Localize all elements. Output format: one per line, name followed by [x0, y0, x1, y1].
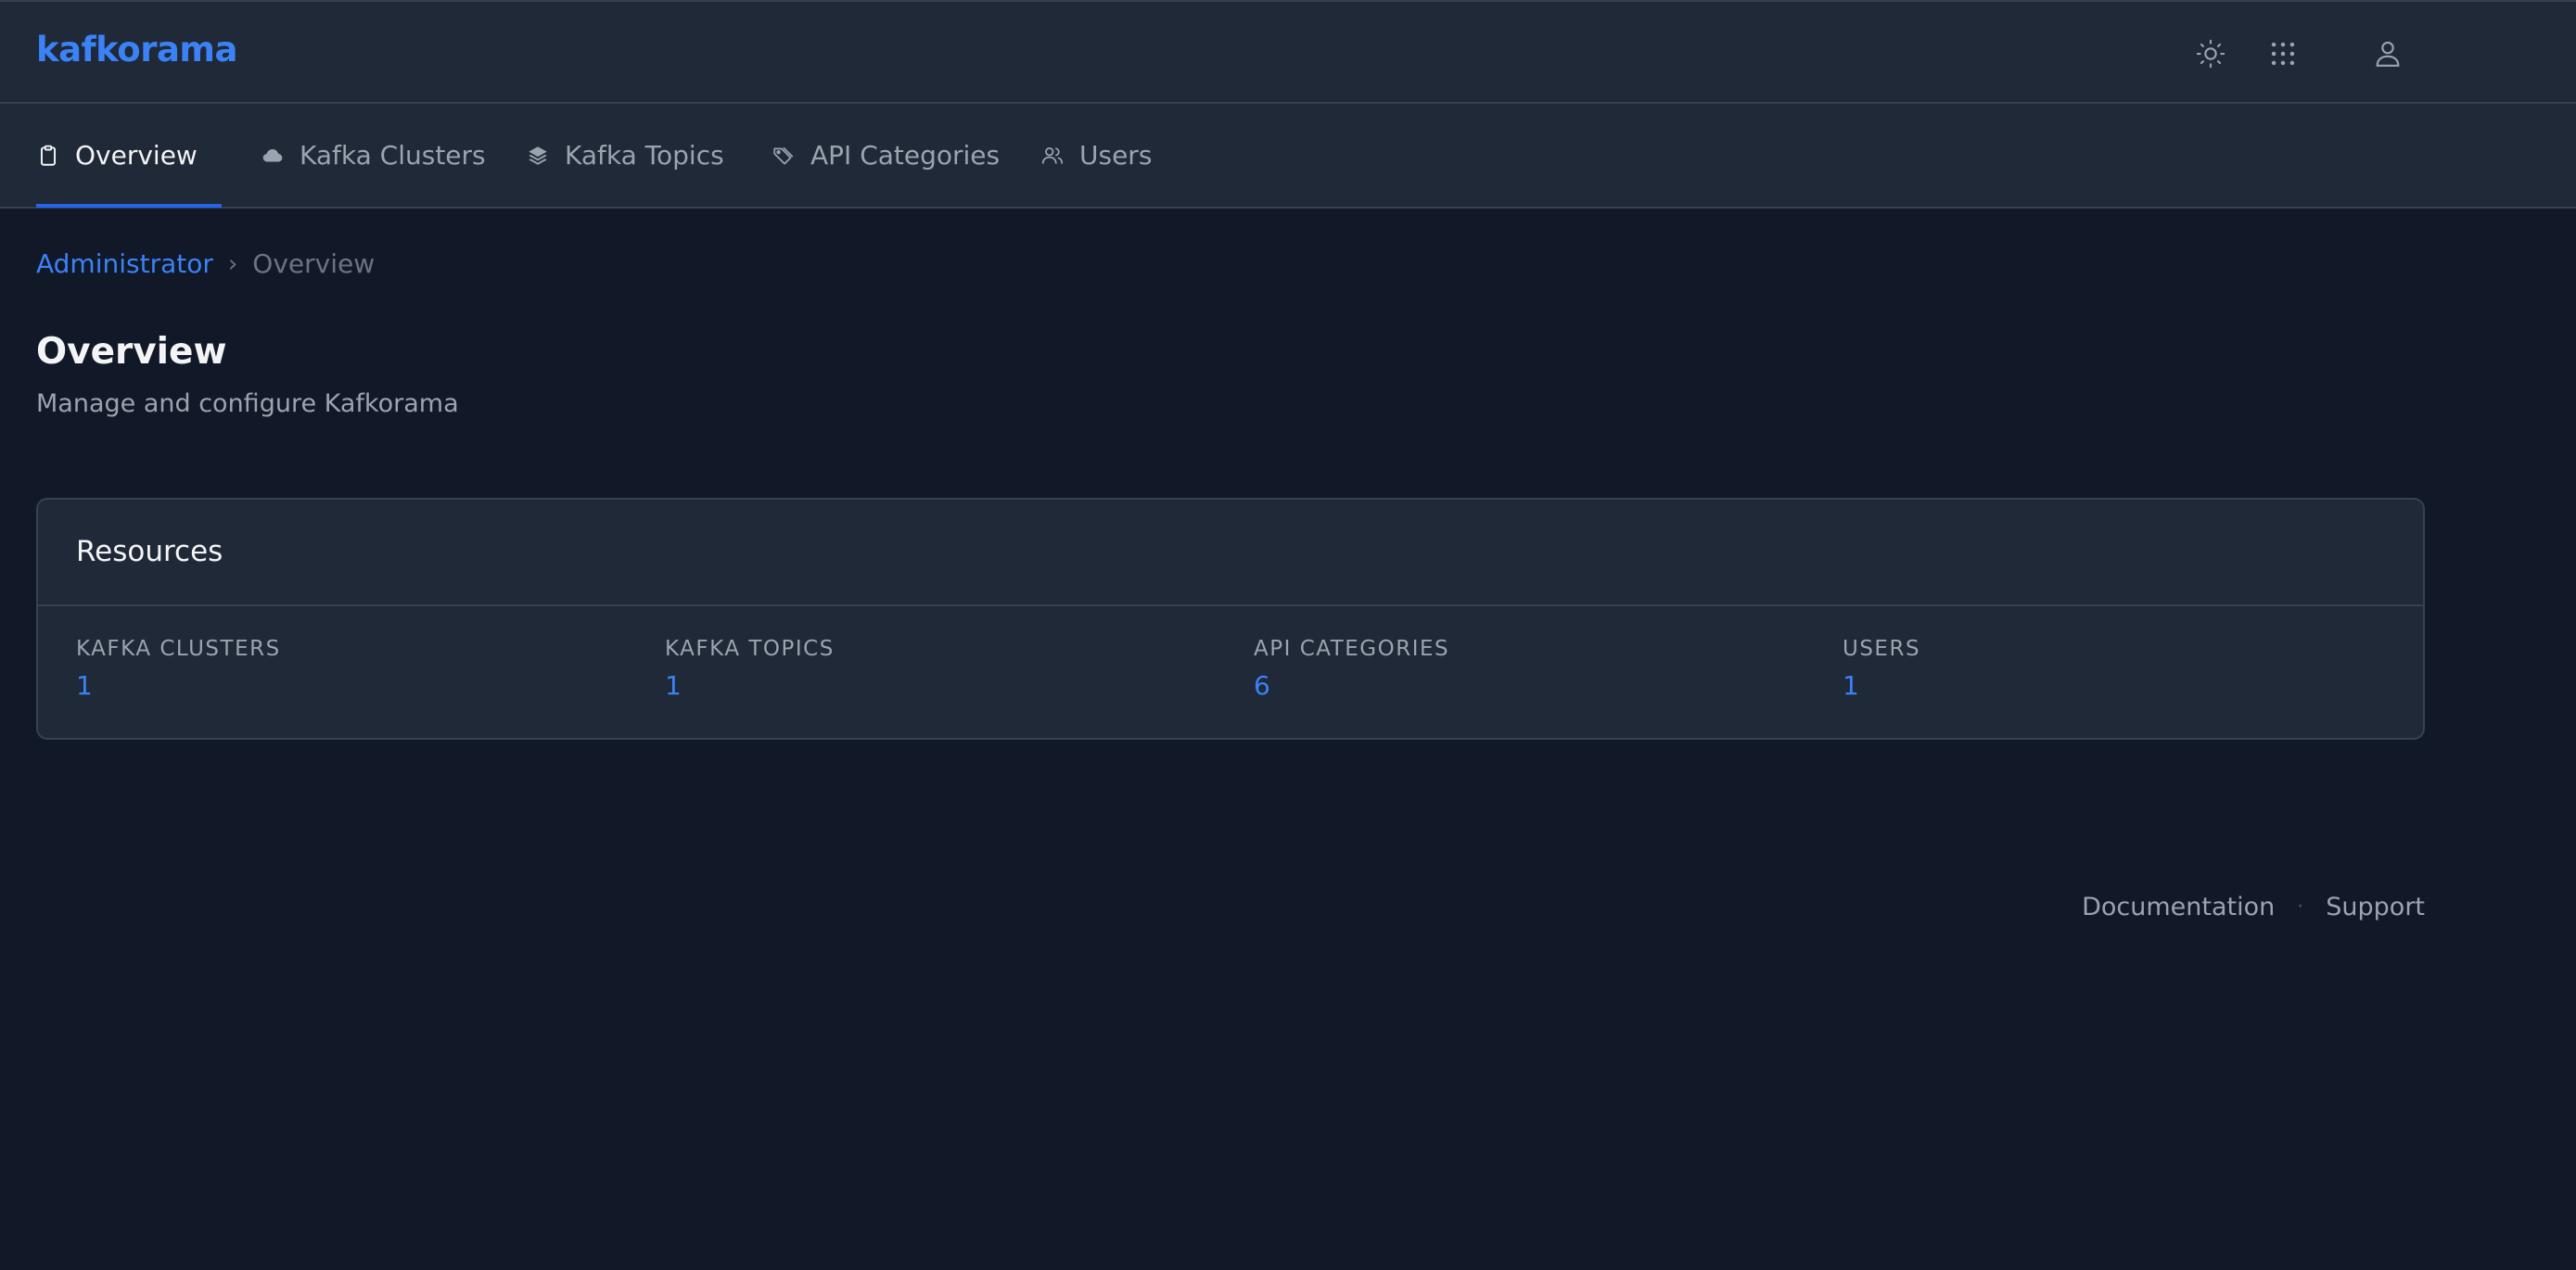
stat-value-link[interactable]: 1 — [1843, 670, 1920, 701]
page-subtitle: Manage and configure Kafkorama — [36, 389, 459, 418]
active-tab-indicator — [36, 204, 222, 208]
support-link[interactable]: Support — [2326, 893, 2425, 921]
tab-kafka-clusters[interactable]: Kafka Clusters — [261, 104, 486, 207]
stat-label: KAFKA TOPICS — [665, 637, 835, 661]
tab-api-categories-label: API Categories — [810, 140, 1001, 171]
resources-card: Resources KAFKA CLUSTERS 1 KAFKA TOPICS … — [36, 498, 2425, 740]
stat-label: KAFKA CLUSTERS — [76, 637, 281, 661]
tab-overview-label: Overview — [75, 140, 198, 171]
layers-icon — [529, 146, 547, 165]
tab-users[interactable]: Users — [1040, 104, 1152, 207]
tab-kafka-topics[interactable]: Kafka Topics — [526, 104, 724, 207]
chevron-right-icon: › — [227, 249, 238, 278]
footer: Documentation · Support — [2082, 893, 2425, 921]
tab-users-label: Users — [1079, 140, 1153, 171]
grid-dots-icon[interactable] — [2264, 35, 2302, 72]
footer-separator: · — [2297, 895, 2304, 919]
tags-icon — [773, 146, 794, 165]
breadcrumb: Administrator › Overview — [36, 248, 375, 279]
stat-kafka-topics: KAFKA TOPICS 1 — [665, 637, 835, 701]
stat-value-link[interactable]: 1 — [665, 670, 835, 701]
stat-value-link[interactable]: 1 — [76, 670, 281, 701]
stat-label: API CATEGORIES — [1254, 637, 1450, 661]
app-logo[interactable]: kafkorama — [36, 30, 237, 70]
top-header: kafkorama — [0, 0, 2576, 104]
stat-users: USERS 1 — [1843, 637, 1920, 701]
stat-label: USERS — [1843, 637, 1921, 661]
sun-icon[interactable] — [2192, 35, 2229, 72]
main-nav: Overview Kafka Clusters Kafka Topics API… — [0, 104, 2576, 209]
users-icon — [1041, 146, 1064, 164]
tab-kafka-clusters-label: Kafka Clusters — [300, 140, 486, 171]
page-title: Overview — [36, 331, 227, 373]
stat-value-link[interactable]: 6 — [1254, 670, 1449, 701]
breadcrumb-administrator-link[interactable]: Administrator — [36, 248, 213, 279]
cloud-icon — [262, 148, 283, 161]
clipboard-icon — [40, 145, 57, 166]
stat-api-categories: API CATEGORIES 6 — [1254, 637, 1449, 701]
breadcrumb-current: Overview — [252, 248, 376, 279]
tab-api-categories[interactable]: API Categories — [772, 104, 1000, 207]
resources-card-title: Resources — [76, 535, 223, 568]
resources-card-header: Resources — [38, 500, 2423, 606]
tab-overview[interactable]: Overview — [36, 104, 222, 208]
stat-kafka-clusters: KAFKA CLUSTERS 1 — [76, 637, 281, 701]
documentation-link[interactable]: Documentation — [2082, 893, 2275, 921]
tab-kafka-topics-label: Kafka Topics — [565, 140, 724, 171]
user-icon[interactable] — [2369, 35, 2406, 72]
